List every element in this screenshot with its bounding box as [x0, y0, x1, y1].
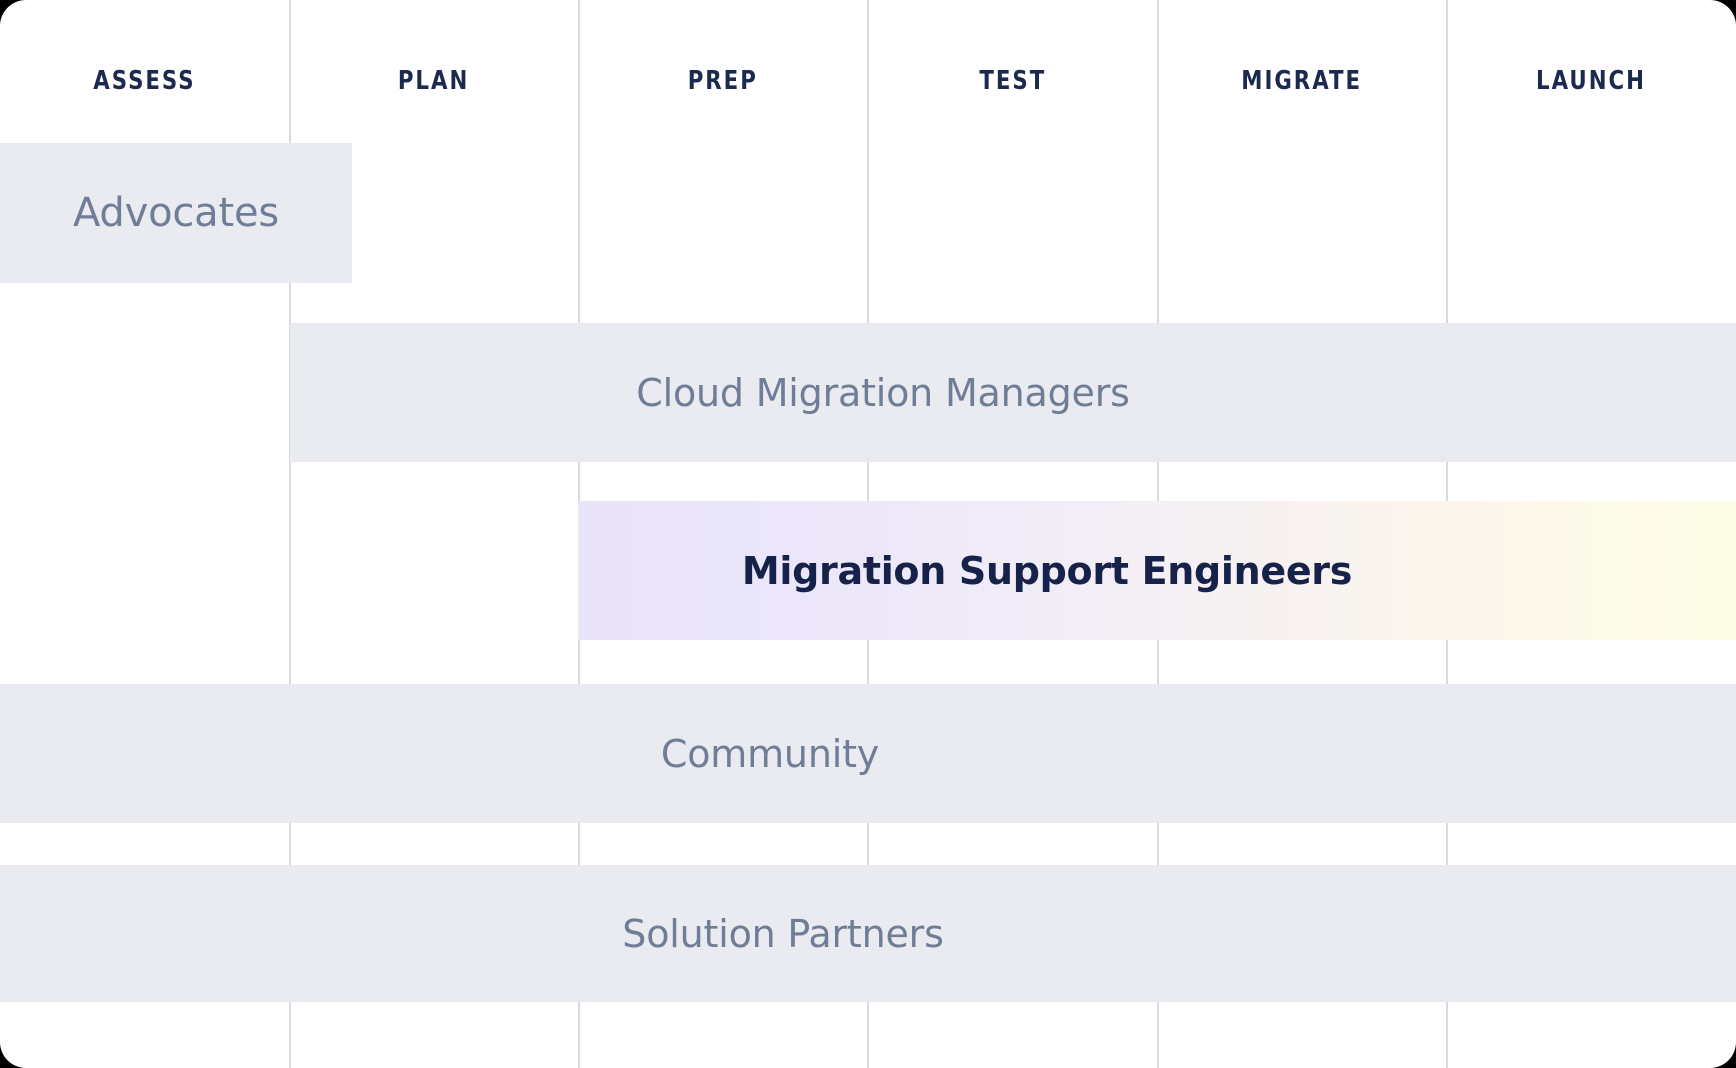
role-bar-label: Community	[661, 732, 879, 776]
role-bar-advocates[interactable]: Advocates	[0, 143, 352, 283]
role-bar-migration-support-engineers[interactable]: Migration Support Engineers	[578, 501, 1736, 640]
role-bar-community[interactable]: Community	[0, 684, 1736, 823]
role-bar-cloud-migration-managers[interactable]: Cloud Migration Managers	[290, 323, 1736, 462]
role-bar-label: Advocates	[73, 190, 279, 236]
role-bars-layer: Advocates Cloud Migration Managers Migra…	[0, 0, 1736, 1068]
role-bar-label: Cloud Migration Managers	[636, 371, 1129, 415]
role-bar-label: Solution Partners	[622, 912, 943, 956]
role-bar-label: Migration Support Engineers	[742, 549, 1352, 593]
migration-journey-card: ASSESS PLAN PREP TEST MIGRATE LAUNCH Adv…	[0, 0, 1736, 1068]
role-bar-solution-partners[interactable]: Solution Partners	[0, 865, 1736, 1002]
